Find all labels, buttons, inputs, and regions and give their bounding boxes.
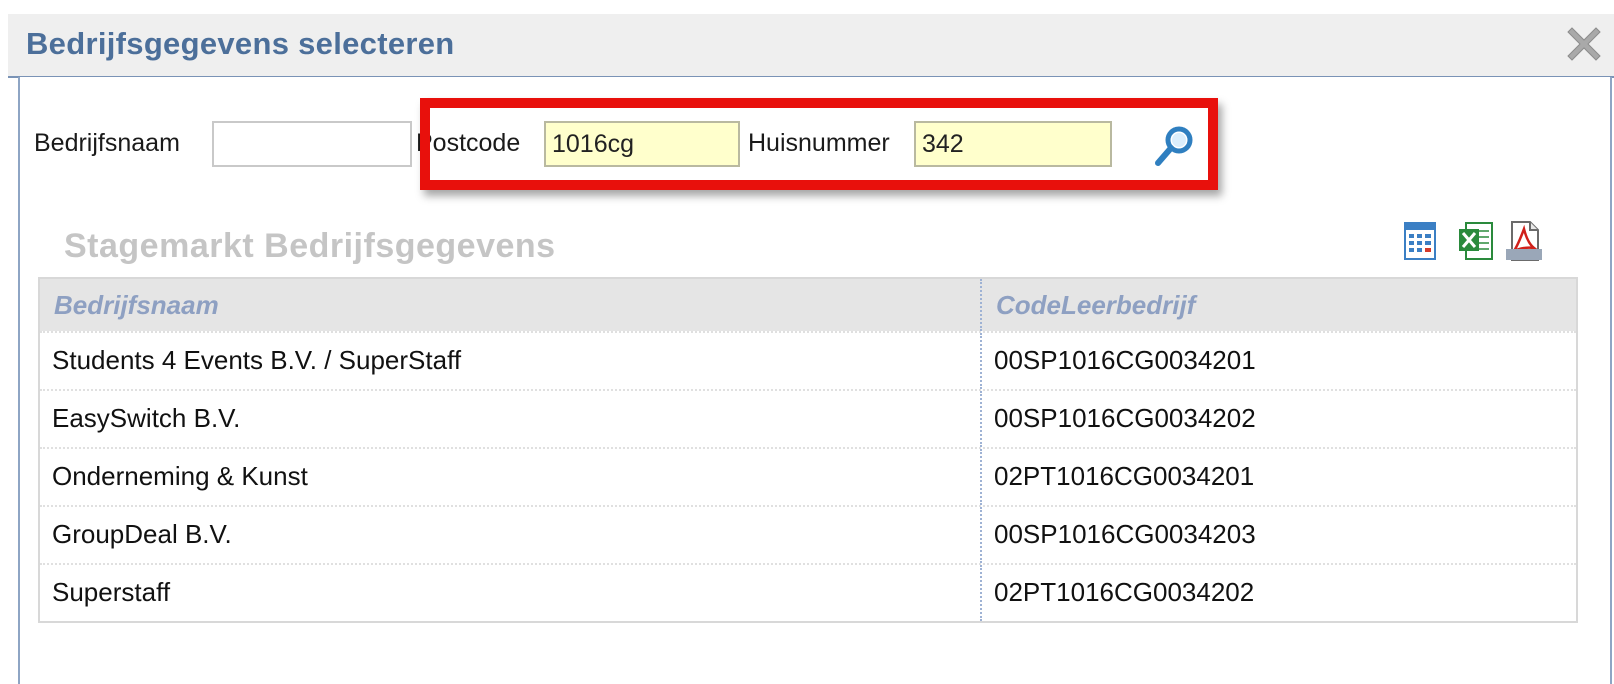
magnifier-icon[interactable] [1152, 123, 1198, 169]
company-name-input[interactable] [212, 121, 412, 167]
company-name-cell: Onderneming & Kunst [40, 449, 982, 505]
company-code-cell: 00SP1016CG0034202 [994, 403, 1256, 433]
pdf-export-icon[interactable] [1504, 219, 1544, 263]
dialog-titlebar: Bedrijfsgegevens selecteren [8, 14, 1614, 78]
table-row[interactable]: Students 4 Events B.V. / SuperStaff 00SP… [40, 331, 1576, 389]
company-name-cell: EasySwitch B.V. [40, 391, 982, 447]
company-code-cell: 02PT1016CG0034201 [994, 461, 1255, 491]
results-table: Bedrijfsnaam CodeLeerbedrijf Students 4 … [38, 277, 1578, 623]
table-row[interactable]: Onderneming & Kunst 02PT1016CG0034201 [40, 447, 1576, 505]
company-code-cell: 00SP1016CG0034201 [994, 345, 1256, 375]
company-code-cell: 00SP1016CG0034203 [994, 519, 1256, 549]
company-code-cell: 02PT1016CG0034202 [994, 577, 1255, 607]
table-row[interactable]: EasySwitch B.V. 00SP1016CG0034202 [40, 389, 1576, 447]
housenumber-label: Huisnummer [748, 129, 890, 157]
company-name-cell: GroupDeal B.V. [40, 507, 982, 563]
table-row[interactable]: GroupDeal B.V. 00SP1016CG0034203 [40, 505, 1576, 563]
search-form: Bedrijfsnaam Postcode Huisnummer [20, 77, 1610, 207]
housenumber-input[interactable] [914, 121, 1112, 167]
dialog-title: Bedrijfsgegevens selecteren [26, 26, 455, 61]
company-name-cell: Superstaff [40, 565, 982, 621]
postcode-input[interactable] [544, 121, 740, 167]
close-icon[interactable] [1562, 22, 1606, 66]
column-header-bedrijfsnaam[interactable]: Bedrijfsnaam [40, 279, 982, 331]
csv-export-icon[interactable] [1400, 219, 1440, 263]
postcode-label: Postcode [416, 129, 521, 157]
excel-export-icon[interactable] [1456, 219, 1496, 263]
company-name-label: Bedrijfsnaam [34, 129, 180, 157]
column-header-codeleerbedrijf[interactable]: CodeLeerbedrijf [982, 279, 1576, 331]
company-name-cell: Students 4 Events B.V. / SuperStaff [40, 333, 982, 389]
page: Bedrijfsgegevens selecteren Bedrijfsnaam… [0, 0, 1614, 684]
table-row[interactable]: Superstaff 02PT1016CG0034202 [40, 563, 1576, 621]
table-header: Bedrijfsnaam CodeLeerbedrijf [40, 279, 1576, 331]
dialog-body: Bedrijfsnaam Postcode Huisnummer Stagema… [18, 77, 1612, 684]
results-title: Stagemarkt Bedrijfsgegevens [64, 227, 556, 265]
